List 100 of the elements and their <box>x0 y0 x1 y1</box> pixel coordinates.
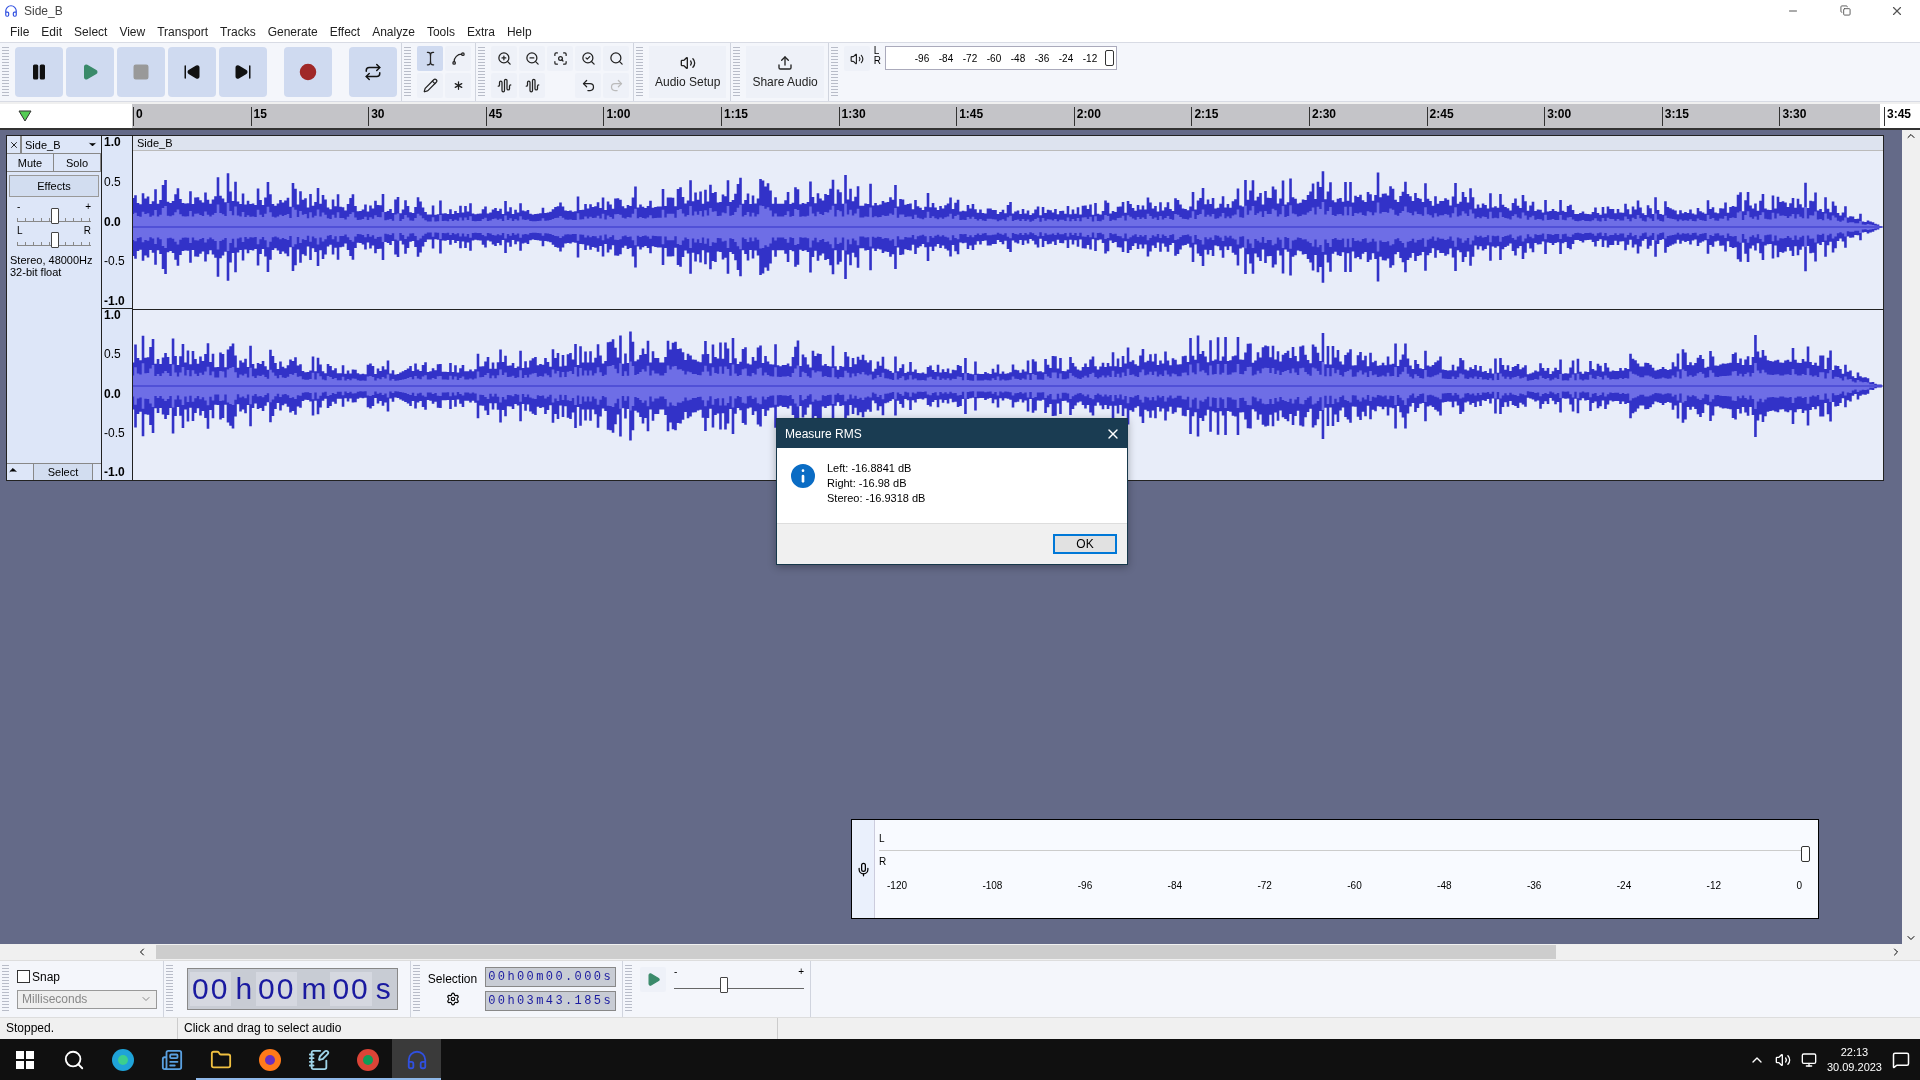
selection-start-field[interactable]: 00h00m00.000s <box>485 967 616 987</box>
edit-tool-button[interactable] <box>547 46 573 71</box>
toolbar-grip[interactable] <box>478 47 485 97</box>
settings-icon[interactable] <box>445 992 460 1006</box>
time-digits: 00 <box>190 972 232 1006</box>
slider-thumb[interactable] <box>720 977 729 993</box>
toolbar-grip[interactable] <box>830 47 838 97</box>
result-line: Right: -16.98 dB <box>827 476 908 491</box>
speed-min-label: - <box>674 967 678 976</box>
clock-date[interactable]: 30.09.2023 <box>1826 1059 1882 1075</box>
menu-item[interactable]: File <box>4 21 36 42</box>
timeline-tick-label: 0 <box>133 107 143 126</box>
time-display[interactable]: 00 h 00 m 00 s <box>187 968 398 1010</box>
channel-label: L <box>873 46 881 56</box>
tool-button[interactable] <box>445 73 471 98</box>
ok-button[interactable]: OK <box>1053 534 1117 554</box>
select-button[interactable]: Select <box>33 464 93 480</box>
magnifier-icon <box>552 51 568 66</box>
microphone-icon[interactable] <box>855 861 871 877</box>
edit-tool-button[interactable] <box>519 73 545 98</box>
scale-label: 0.5 <box>104 348 122 362</box>
pan-left-label: L <box>17 226 23 235</box>
scale-label: -1.0 <box>104 466 126 479</box>
selection-end-field[interactable]: 00h03m43.185s <box>485 991 616 1011</box>
audio-setup-button[interactable]: Audio Setup <box>649 46 727 98</box>
playback-meter[interactable]: -96 -84 -72 -60 -48 -36 -24 -12 <box>885 46 1117 70</box>
meter-tick-label: -36 <box>1526 879 1542 891</box>
menu-item[interactable]: Extra <box>460 21 501 42</box>
menu-item[interactable]: View <box>113 21 152 42</box>
tool-button[interactable] <box>417 46 443 71</box>
menu-item[interactable]: Help <box>500 21 538 42</box>
edit-tool-button[interactable] <box>491 73 517 98</box>
toolbar-grip[interactable] <box>733 47 741 97</box>
transport-button[interactable] <box>349 47 397 97</box>
time-unit: h <box>234 972 254 1006</box>
pan-right-label: R <box>83 226 91 235</box>
menu-item[interactable]: Tracks <box>214 21 262 42</box>
menu-item[interactable]: Select <box>68 21 114 42</box>
snap-checkbox[interactable] <box>17 970 30 983</box>
edit-tool-button[interactable] <box>603 46 629 71</box>
edit-tool-button[interactable] <box>491 46 517 71</box>
transport-button[interactable] <box>168 47 216 97</box>
transport-button[interactable] <box>15 47 63 97</box>
waveform-icon <box>524 78 540 93</box>
toolbar-grip[interactable] <box>636 47 643 97</box>
slider-thumb[interactable] <box>51 232 59 248</box>
restore-icon <box>1839 5 1851 16</box>
scrollbar-thumb[interactable] <box>156 945 1556 959</box>
share-audio-button[interactable]: Share Audio <box>746 46 824 98</box>
time-digits: 00 <box>256 972 298 1006</box>
slider-thumb[interactable] <box>51 208 59 224</box>
play-head-icon[interactable] <box>18 110 32 122</box>
menu-item[interactable]: Effect <box>323 21 367 42</box>
menu-item[interactable]: Tools <box>420 21 461 42</box>
meter-tick-label: -96 <box>913 52 931 64</box>
meter-handle[interactable] <box>1105 50 1114 66</box>
menu-item[interactable]: Generate <box>261 21 324 42</box>
tool-button[interactable] <box>445 46 471 71</box>
time-unit: s <box>374 972 392 1006</box>
meter-tick-label: -72 <box>1257 879 1272 891</box>
edit-tool-button[interactable] <box>575 73 601 98</box>
play-at-speed-button[interactable] <box>640 967 666 992</box>
transport-button[interactable] <box>219 47 267 97</box>
meter-tick-label: 0 <box>1796 879 1802 891</box>
clock-time[interactable]: 22:13 <box>1840 1044 1869 1060</box>
toolbar-grip[interactable] <box>166 965 173 1013</box>
meter-tick-label: -12 <box>1081 52 1099 64</box>
window-title: Side_B <box>24 3 64 18</box>
menu-item[interactable]: Transport <box>151 21 215 42</box>
time-digits: 00 <box>330 972 372 1006</box>
meter-handle[interactable] <box>1801 846 1810 862</box>
play-icon <box>81 63 99 81</box>
timeline-tick-label: 2:00 <box>1073 107 1101 126</box>
scale-label: -0.5 <box>104 426 126 440</box>
clip-header[interactable]: Side_B <box>133 136 1883 151</box>
edit-tool-button[interactable] <box>519 46 545 71</box>
network-icon[interactable] <box>1800 1051 1817 1068</box>
menu-item[interactable]: Analyze <box>366 21 421 42</box>
meter-tick-label: -120 <box>887 879 907 891</box>
dialog-title: Measure RMS <box>785 426 862 441</box>
timeline-tick-label: 1:00 <box>603 107 631 126</box>
playback-volume-button[interactable] <box>843 46 870 71</box>
effects-button[interactable]: Effects <box>9 175 99 197</box>
tool-button[interactable] <box>417 73 443 98</box>
speed-max-label: + <box>798 967 804 976</box>
toolbar-grip[interactable] <box>404 47 411 97</box>
skip-to-end-icon <box>234 63 252 81</box>
edit-tool-button[interactable] <box>575 46 601 71</box>
notifications-icon[interactable] <box>1892 1050 1910 1069</box>
meter-tick-label: -12 <box>1706 879 1722 891</box>
menu-item[interactable]: Edit <box>35 21 69 42</box>
meter-tick-label: -108 <box>982 879 1003 891</box>
timeline-tick-label: 1:15 <box>721 107 749 126</box>
toolbar-grip[interactable] <box>412 965 420 1013</box>
toolbar-grip[interactable] <box>625 965 632 1013</box>
selection-label: Selection <box>427 972 478 986</box>
meter-tick-label: -60 <box>1347 879 1362 891</box>
timeline-tick-label: 1:45 <box>956 107 984 126</box>
speaker-icon <box>849 51 864 66</box>
speaker-icon[interactable] <box>1774 1051 1791 1068</box>
